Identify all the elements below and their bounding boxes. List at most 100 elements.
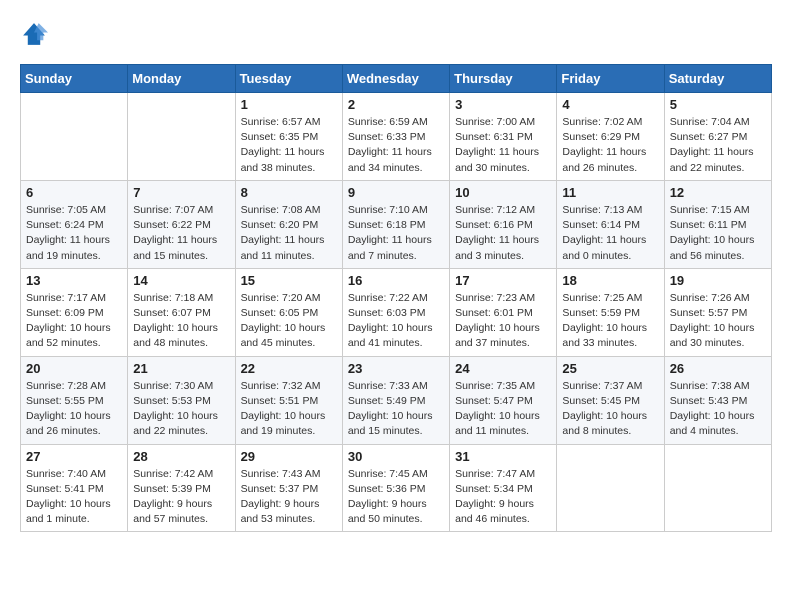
calendar-cell: 11 Sunrise: 7:13 AM Sunset: 6:14 PM Dayli… [557, 180, 664, 268]
calendar-table: SundayMondayTuesdayWednesdayThursdayFrid… [20, 64, 772, 532]
day-number: 7 [133, 185, 229, 200]
calendar-header-monday: Monday [128, 65, 235, 93]
calendar-cell: 31 Sunrise: 7:47 AM Sunset: 5:34 PM Dayli… [450, 444, 557, 532]
day-info: Sunrise: 7:38 AM Sunset: 5:43 PM Dayligh… [670, 379, 766, 440]
day-info: Sunrise: 7:43 AM Sunset: 5:37 PM Dayligh… [241, 467, 337, 528]
calendar-header-thursday: Thursday [450, 65, 557, 93]
day-number: 6 [26, 185, 122, 200]
day-info: Sunrise: 7:05 AM Sunset: 6:24 PM Dayligh… [26, 203, 122, 264]
day-number: 3 [455, 97, 551, 112]
day-number: 12 [670, 185, 766, 200]
day-info: Sunrise: 7:15 AM Sunset: 6:11 PM Dayligh… [670, 203, 766, 264]
day-number: 1 [241, 97, 337, 112]
day-number: 24 [455, 361, 551, 376]
day-number: 5 [670, 97, 766, 112]
calendar-cell: 28 Sunrise: 7:42 AM Sunset: 5:39 PM Dayli… [128, 444, 235, 532]
day-number: 9 [348, 185, 444, 200]
calendar-cell: 26 Sunrise: 7:38 AM Sunset: 5:43 PM Dayli… [664, 356, 771, 444]
calendar-week-row: 13Sunrise: 7:17 AM Sunset: 6:09 PM Dayli… [21, 268, 772, 356]
day-number: 30 [348, 449, 444, 464]
calendar-cell: 30 Sunrise: 7:45 AM Sunset: 5:36 PM Dayli… [342, 444, 449, 532]
day-info: Sunrise: 7:04 AM Sunset: 6:27 PM Dayligh… [670, 115, 766, 176]
day-number: 18 [562, 273, 658, 288]
day-info: Sunrise: 7:08 AM Sunset: 6:20 PM Dayligh… [241, 203, 337, 264]
calendar-cell: 5 Sunrise: 7:04 AM Sunset: 6:27 PM Daylig… [664, 93, 771, 181]
day-number: 26 [670, 361, 766, 376]
day-info: Sunrise: 7:13 AM Sunset: 6:14 PM Dayligh… [562, 203, 658, 264]
day-info: Sunrise: 7:35 AM Sunset: 5:47 PM Dayligh… [455, 379, 551, 440]
day-info: Sunrise: 6:59 AM Sunset: 6:33 PM Dayligh… [348, 115, 444, 176]
day-number: 31 [455, 449, 551, 464]
day-number: 2 [348, 97, 444, 112]
day-info: Sunrise: 7:30 AM Sunset: 5:53 PM Dayligh… [133, 379, 229, 440]
day-number: 27 [26, 449, 122, 464]
day-number: 10 [455, 185, 551, 200]
day-info: Sunrise: 7:20 AM Sunset: 6:05 PM Dayligh… [241, 291, 337, 352]
day-number: 15 [241, 273, 337, 288]
day-info: Sunrise: 7:02 AM Sunset: 6:29 PM Dayligh… [562, 115, 658, 176]
calendar-cell: 3 Sunrise: 7:00 AM Sunset: 6:31 PM Daylig… [450, 93, 557, 181]
day-number: 14 [133, 273, 229, 288]
calendar-cell: 24 Sunrise: 7:35 AM Sunset: 5:47 PM Dayli… [450, 356, 557, 444]
calendar-header-friday: Friday [557, 65, 664, 93]
calendar-cell: 8Sunrise: 7:08 AM Sunset: 6:20 PM Daylig… [235, 180, 342, 268]
day-number: 16 [348, 273, 444, 288]
day-info: Sunrise: 7:42 AM Sunset: 5:39 PM Dayligh… [133, 467, 229, 528]
calendar-week-row: 1 Sunrise: 6:57 AM Sunset: 6:35 PM Daylig… [21, 93, 772, 181]
calendar-cell: 7 Sunrise: 7:07 AM Sunset: 6:22 PM Daylig… [128, 180, 235, 268]
day-number: 29 [241, 449, 337, 464]
day-info: Sunrise: 7:22 AM Sunset: 6:03 PM Dayligh… [348, 291, 444, 352]
calendar-cell: 21 Sunrise: 7:30 AM Sunset: 5:53 PM Dayli… [128, 356, 235, 444]
day-number: 25 [562, 361, 658, 376]
day-info: Sunrise: 7:37 AM Sunset: 5:45 PM Dayligh… [562, 379, 658, 440]
calendar-cell: 4Sunrise: 7:02 AM Sunset: 6:29 PM Daylig… [557, 93, 664, 181]
day-info: Sunrise: 7:25 AM Sunset: 5:59 PM Dayligh… [562, 291, 658, 352]
calendar-cell: 12 Sunrise: 7:15 AM Sunset: 6:11 PM Dayli… [664, 180, 771, 268]
calendar-cell: 27Sunrise: 7:40 AM Sunset: 5:41 PM Dayli… [21, 444, 128, 532]
calendar-cell: 22 Sunrise: 7:32 AM Sunset: 5:51 PM Dayli… [235, 356, 342, 444]
page-header [20, 20, 772, 48]
calendar-cell: 13Sunrise: 7:17 AM Sunset: 6:09 PM Dayli… [21, 268, 128, 356]
calendar-week-row: 6 Sunrise: 7:05 AM Sunset: 6:24 PM Daylig… [21, 180, 772, 268]
day-info: Sunrise: 7:10 AM Sunset: 6:18 PM Dayligh… [348, 203, 444, 264]
day-info: Sunrise: 7:47 AM Sunset: 5:34 PM Dayligh… [455, 467, 551, 528]
calendar-cell [128, 93, 235, 181]
day-info: Sunrise: 7:18 AM Sunset: 6:07 PM Dayligh… [133, 291, 229, 352]
calendar-cell: 6 Sunrise: 7:05 AM Sunset: 6:24 PM Daylig… [21, 180, 128, 268]
day-info: Sunrise: 7:00 AM Sunset: 6:31 PM Dayligh… [455, 115, 551, 176]
day-number: 13 [26, 273, 122, 288]
calendar-cell [557, 444, 664, 532]
calendar-cell: 16 Sunrise: 7:22 AM Sunset: 6:03 PM Dayli… [342, 268, 449, 356]
day-number: 28 [133, 449, 229, 464]
calendar-cell: 25 Sunrise: 7:37 AM Sunset: 5:45 PM Dayli… [557, 356, 664, 444]
calendar-cell: 19 Sunrise: 7:26 AM Sunset: 5:57 PM Dayli… [664, 268, 771, 356]
day-number: 22 [241, 361, 337, 376]
day-info: Sunrise: 7:07 AM Sunset: 6:22 PM Dayligh… [133, 203, 229, 264]
calendar-cell: 1 Sunrise: 6:57 AM Sunset: 6:35 PM Daylig… [235, 93, 342, 181]
day-info: Sunrise: 7:26 AM Sunset: 5:57 PM Dayligh… [670, 291, 766, 352]
day-number: 17 [455, 273, 551, 288]
day-number: 23 [348, 361, 444, 376]
day-number: 19 [670, 273, 766, 288]
day-info: Sunrise: 7:33 AM Sunset: 5:49 PM Dayligh… [348, 379, 444, 440]
day-info: Sunrise: 7:45 AM Sunset: 5:36 PM Dayligh… [348, 467, 444, 528]
calendar-week-row: 27Sunrise: 7:40 AM Sunset: 5:41 PM Dayli… [21, 444, 772, 532]
calendar-header-sunday: Sunday [21, 65, 128, 93]
calendar-cell: 15 Sunrise: 7:20 AM Sunset: 6:05 PM Dayli… [235, 268, 342, 356]
day-number: 21 [133, 361, 229, 376]
day-info: Sunrise: 7:23 AM Sunset: 6:01 PM Dayligh… [455, 291, 551, 352]
day-info: Sunrise: 6:57 AM Sunset: 6:35 PM Dayligh… [241, 115, 337, 176]
calendar-header-tuesday: Tuesday [235, 65, 342, 93]
calendar-cell: 29 Sunrise: 7:43 AM Sunset: 5:37 PM Dayli… [235, 444, 342, 532]
day-info: Sunrise: 7:32 AM Sunset: 5:51 PM Dayligh… [241, 379, 337, 440]
calendar-header-saturday: Saturday [664, 65, 771, 93]
calendar-cell: 2 Sunrise: 6:59 AM Sunset: 6:33 PM Daylig… [342, 93, 449, 181]
calendar-cell: 10Sunrise: 7:12 AM Sunset: 6:16 PM Dayli… [450, 180, 557, 268]
logo-icon [20, 20, 48, 48]
calendar-cell: 9 Sunrise: 7:10 AM Sunset: 6:18 PM Daylig… [342, 180, 449, 268]
calendar-cell: 14 Sunrise: 7:18 AM Sunset: 6:07 PM Dayli… [128, 268, 235, 356]
calendar-cell: 18 Sunrise: 7:25 AM Sunset: 5:59 PM Dayli… [557, 268, 664, 356]
calendar-cell: 17 Sunrise: 7:23 AM Sunset: 6:01 PM Dayli… [450, 268, 557, 356]
day-number: 11 [562, 185, 658, 200]
logo [20, 20, 52, 48]
